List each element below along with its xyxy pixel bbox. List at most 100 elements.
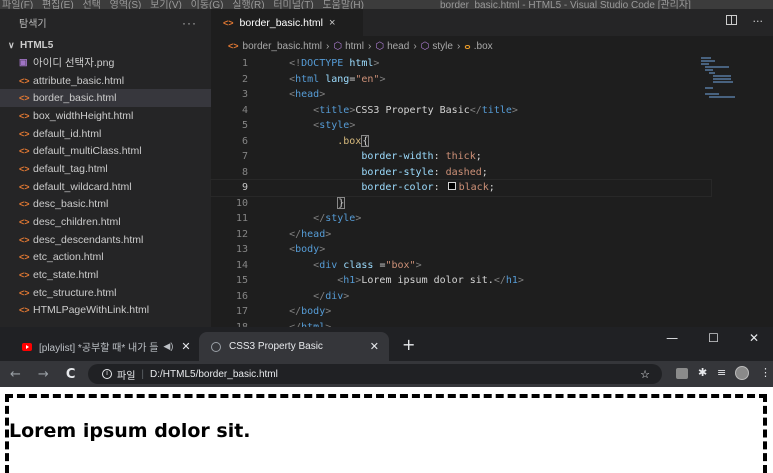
avatar[interactable] <box>735 366 749 380</box>
youtube-icon <box>22 342 32 351</box>
explorer-sidebar: 탐색기 ··· ∨ HTML5 ▣ 아이디 선택자.png <> attribute… <box>0 9 211 327</box>
code-line: 4 <title>CSS3 Property Basic</title> <box>241 104 518 116</box>
audio-playing-icon[interactable]: ◀) <box>163 341 173 352</box>
breadcrumb-item[interactable]: .box <box>474 41 493 52</box>
close-window-icon[interactable]: ✕ <box>749 331 759 345</box>
vscode-titlebar: 파일(F) 편집(E) 선택 영역(S) 보기(V) 이동(G) 실행(R) 터… <box>0 0 773 9</box>
close-icon[interactable]: × <box>329 17 335 29</box>
code-line: 3 <head> <box>241 89 326 101</box>
editor-tab[interactable]: <> border_basic.html × <box>211 9 363 36</box>
css-selector-icon: ⴰ <box>464 40 471 52</box>
browser-tab-label: [playlist] *공부할 때* 내가 들 <box>39 343 159 354</box>
explorer-header: 탐색기 ··· <box>0 9 211 36</box>
file-item-active[interactable]: <> border_basic.html <box>0 89 211 108</box>
html-file-icon: <> <box>19 287 30 298</box>
breadcrumb: <> border_basic.html › ⬡ html › ⬡ head ›… <box>211 36 773 56</box>
bookmark-star-icon[interactable]: ☆ <box>640 368 650 381</box>
menu-kebab-icon[interactable]: ⋮ <box>760 366 771 379</box>
address-divider: | <box>141 368 145 380</box>
address-prefix: 파일 <box>117 370 136 382</box>
code-editor[interactable]: 1 <!DOCTYPE html> 2 <html lang="en"> 3 <… <box>210 56 712 327</box>
forward-icon[interactable]: → <box>38 367 49 382</box>
editor-tab-label: border_basic.html <box>239 16 323 29</box>
color-swatch-icon[interactable] <box>447 182 456 191</box>
breadcrumb-item[interactable]: border_basic.html <box>243 41 322 52</box>
file-item[interactable]: <> default_multiClass.html <box>0 142 211 160</box>
file-item[interactable]: <> desc_children.html <box>0 213 211 231</box>
dashed-box: Lorem ipsum dolor sit. <box>5 394 767 473</box>
minimize-icon[interactable]: — <box>666 331 678 345</box>
file-item[interactable]: <> box_widthHeight.html <box>0 107 211 125</box>
address-url: D:/HTML5/border_basic.html <box>150 368 278 380</box>
file-list: ▣ 아이디 선택자.png <> attribute_basic.html <> bo… <box>0 54 211 319</box>
html-file-icon: <> <box>223 17 234 28</box>
address-bar[interactable]: i 파일 | D:/HTML5/border_basic.html ☆ <box>88 364 662 384</box>
close-icon[interactable]: ✕ <box>181 340 190 353</box>
more-actions-icon[interactable]: ··· <box>182 16 197 30</box>
file-item[interactable]: <> etc_structure.html <box>0 284 211 302</box>
chevron-right-icon: › <box>413 40 417 52</box>
chevron-right-icon: › <box>326 40 330 52</box>
file-item[interactable]: <> attribute_basic.html <box>0 72 211 90</box>
folder-html5[interactable]: ∨ HTML5 <box>0 36 211 54</box>
html-file-icon: <> <box>19 181 30 192</box>
html-file-icon: <> <box>19 199 30 210</box>
more-actions-icon[interactable]: ··· <box>753 15 764 28</box>
element-icon: ⬡ <box>420 40 430 52</box>
new-tab-icon[interactable]: + <box>402 335 415 354</box>
file-item[interactable]: <> HTMLPageWithLink.html <box>0 302 211 320</box>
puzzle-extensions-icon[interactable]: ✱ <box>698 366 707 379</box>
split-editor-icon[interactable] <box>725 15 737 25</box>
file-item[interactable]: ▣ 아이디 선택자.png <box>0 54 211 72</box>
element-icon: ⬡ <box>333 40 343 52</box>
code-line-current: 9 border-color: black; <box>210 179 712 197</box>
file-item[interactable]: <> default_id.html <box>0 125 211 143</box>
code-line: 12 </head> <box>235 228 332 240</box>
close-icon[interactable]: ✕ <box>370 340 379 353</box>
file-item[interactable]: <> etc_state.html <box>0 266 211 284</box>
html-file-icon: <> <box>19 146 30 157</box>
back-icon[interactable]: ← <box>10 367 21 382</box>
minimap[interactable] <box>699 56 759 116</box>
chevron-right-icon: › <box>367 40 372 52</box>
html-file-icon: <> <box>19 163 30 174</box>
menu-bar[interactable]: 파일(F) 편집(E) 선택 영역(S) 보기(V) 이동(G) 실행(R) 터… <box>2 0 364 9</box>
info-icon[interactable]: i <box>102 369 112 379</box>
html-file-icon: <> <box>228 41 239 51</box>
code-line: 14 <div class ="box"> <box>235 259 422 271</box>
breadcrumb-item[interactable]: html <box>345 41 364 52</box>
browser-window: [playlist] *공부할 때* 내가 들 ◀) ✕ CSS3 Proper… <box>0 327 773 473</box>
page-viewport: Lorem ipsum dolor sit. <box>0 387 773 473</box>
breadcrumb-item[interactable]: style <box>432 41 453 52</box>
reload-icon[interactable]: C <box>66 367 76 382</box>
code-line: 7 border-width: thick; <box>241 151 482 163</box>
chevron-right-icon: › <box>456 40 461 52</box>
browser-tab-active[interactable]: CSS3 Property Basic ✕ <box>199 332 389 361</box>
html-file-icon: <> <box>19 110 30 121</box>
extension-icon[interactable] <box>676 368 688 379</box>
html-file-icon: <> <box>19 252 30 263</box>
editor-tabbar: <> border_basic.html × ··· <box>211 9 773 36</box>
html-file-icon: <> <box>19 234 30 245</box>
maximize-icon[interactable]: ☐ <box>708 331 719 345</box>
explorer-title: 탐색기 <box>19 19 47 30</box>
browser-toolbar: ← → C i 파일 | D:/HTML5/border_basic.html … <box>0 361 773 387</box>
page-heading: Lorem ipsum dolor sit. <box>9 420 251 442</box>
breadcrumb-item[interactable]: head <box>387 41 409 52</box>
chevron-down-icon: ∨ <box>8 39 15 50</box>
file-item[interactable]: <> etc_action.html <box>0 249 211 267</box>
code-line: 13 <body> <box>235 244 326 256</box>
file-item[interactable]: <> desc_basic.html <box>0 196 211 214</box>
code-line: 11 </style> <box>235 213 362 225</box>
code-line: 1 <!DOCTYPE html> <box>241 58 380 70</box>
browser-tabstrip: [playlist] *공부할 때* 내가 들 ◀) ✕ CSS3 Proper… <box>0 327 773 361</box>
image-file-icon: ▣ <box>19 57 28 68</box>
html-file-icon: <> <box>19 93 30 104</box>
browser-tab[interactable]: [playlist] *공부할 때* 내가 들 ◀) ✕ <box>0 332 197 361</box>
file-item[interactable]: <> default_wildcard.html <box>0 178 211 196</box>
code-line: 6 .box{ <box>241 135 370 148</box>
reading-list-icon[interactable]: ≡ <box>717 366 726 379</box>
code-line: 8 border-style: dashed; <box>241 166 488 178</box>
file-item[interactable]: <> default_tag.html <box>0 160 211 178</box>
file-item[interactable]: <> desc_descendants.html <box>0 231 211 249</box>
